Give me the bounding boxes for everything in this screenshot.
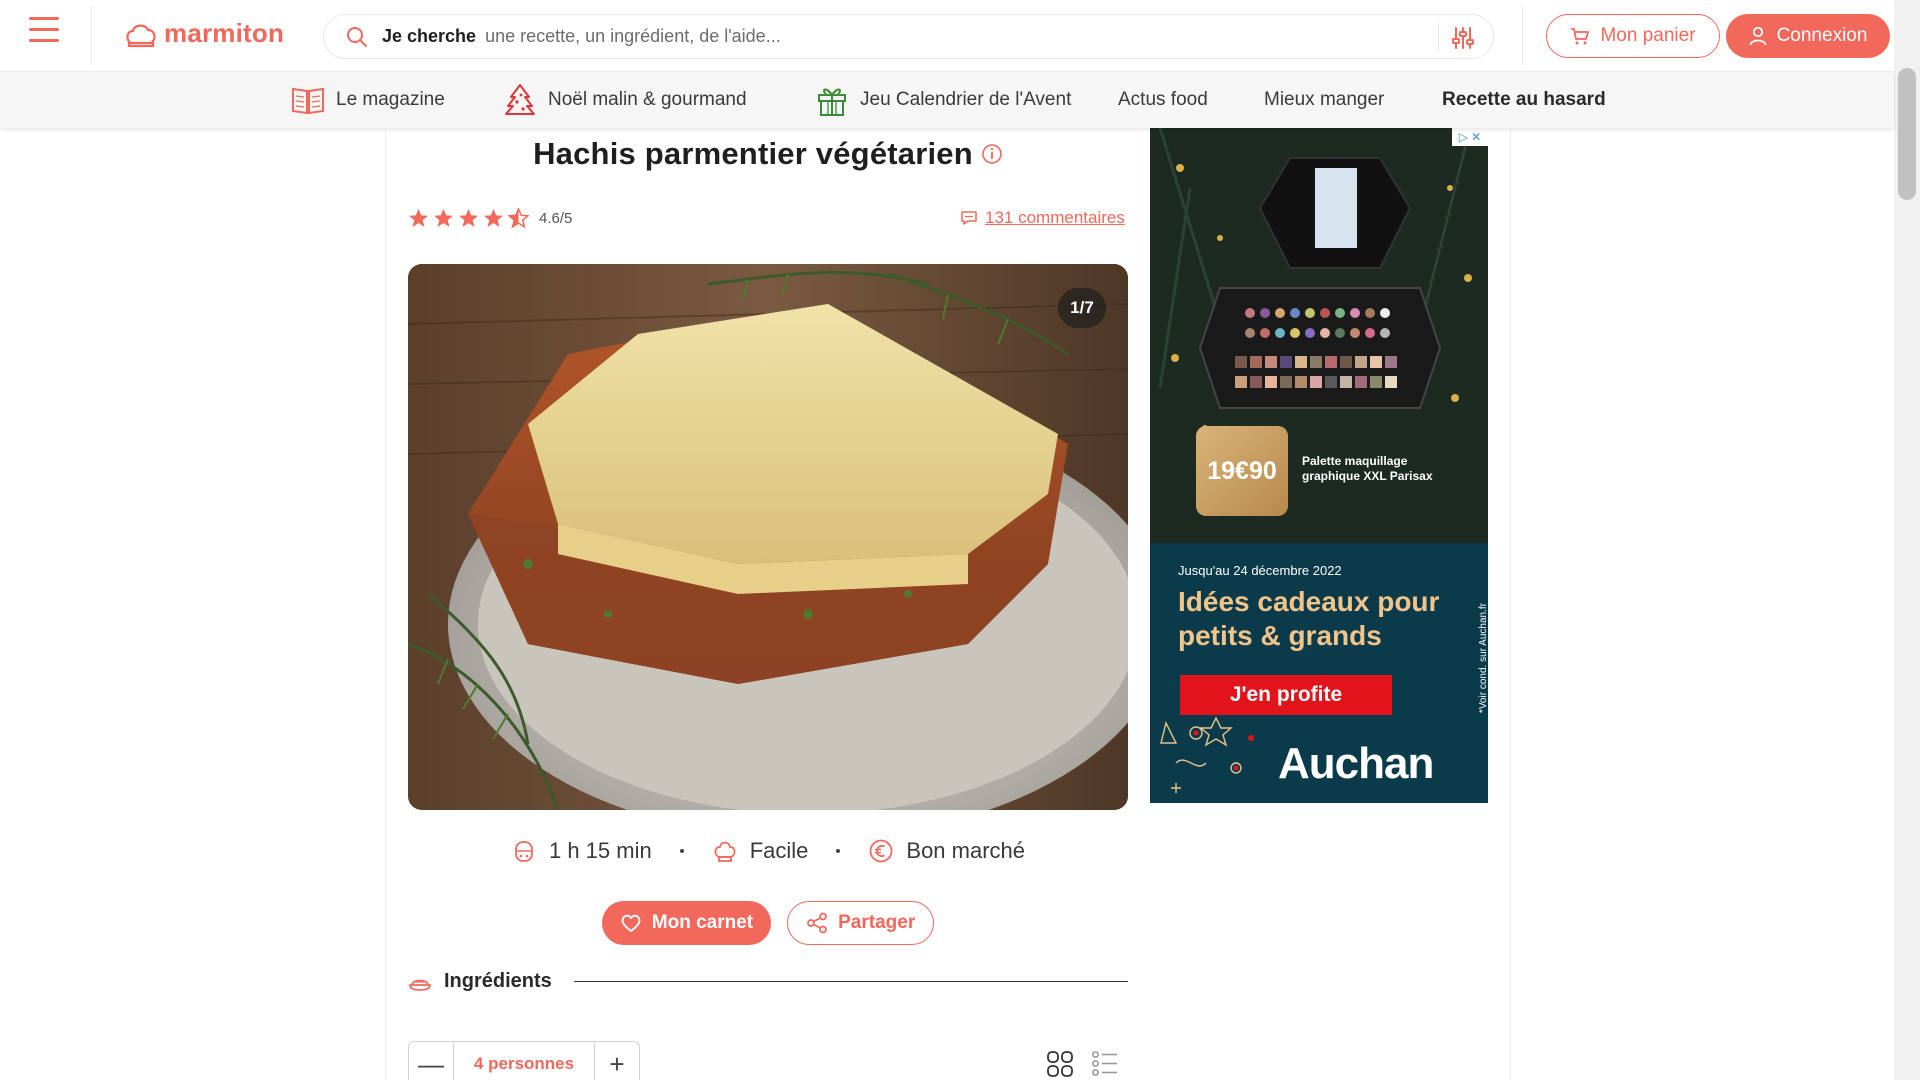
nav-item-label: Mieux manger [1264,89,1385,110]
meta-separator [679,849,684,853]
dish-icon [409,979,431,991]
star-full-icon [409,209,428,227]
advertisement[interactable]: ▷ ✕ 19€90 Palette maquillage graphique X… [1150,128,1488,803]
star-half-icon [508,208,529,229]
scrollbar-thumb[interactable] [1898,68,1916,200]
gift-icon [818,88,846,116]
ad-product-name: Palette maquillage graphique XXL Parisax [1302,454,1433,483]
info-icon[interactable] [981,143,1003,165]
chef-hat-icon [714,841,736,862]
meta-separator [836,849,841,853]
share-button[interactable]: Partager [787,901,935,945]
site-header: marmiton Je cherche Mon panier [0,0,1894,72]
search-bar[interactable]: Je cherche [323,14,1494,59]
increase-servings-button[interactable]: + [594,1042,639,1080]
nav-item-actus-food[interactable]: Actus food [1118,72,1208,128]
login-label: Connexion [1776,25,1868,46]
filter-sliders-icon[interactable] [1451,26,1475,50]
nav-item-noel[interactable]: Noël malin & gourmand [502,72,747,128]
save-label: Mon carnet [651,912,754,933]
comments-link[interactable]: 131 commentaires [960,208,1125,228]
search-divider [1438,23,1439,51]
search-icon [347,26,367,47]
ad-promo-panel: Jusqu'au 24 décembre 2022 Idées cadeaux … [1150,543,1488,803]
star-full-icon [459,209,478,227]
grid-view-icon[interactable] [1046,1050,1074,1078]
nav-item-calendrier[interactable]: Jeu Calendrier de l'Avent [814,72,1071,128]
star-full-icon [434,209,453,227]
star-full-icon [484,209,503,227]
recipe-photo[interactable]: 1/7 [408,264,1128,810]
servings-unit: personnes [488,1054,575,1073]
user-icon [1749,26,1766,46]
login-button[interactable]: Connexion [1726,14,1890,58]
share-icon [807,912,827,934]
ingredients-heading: Ingrédients [408,970,1128,993]
ad-price: 19€90 [1196,426,1288,516]
ad-date: Jusqu'au 24 décembre 2022 [1178,563,1342,578]
christmas-decoration-icon [1160,716,1254,793]
nav-item-label: Actus food [1118,89,1208,110]
timer-icon [515,841,533,862]
ingredients-title: Ingrédients [444,970,552,992]
recipe-rating: 4.6/5 [408,208,572,229]
servings-stepper[interactable]: — 4 personnes + [408,1041,640,1080]
image-counter: 1/7 [1058,288,1106,328]
content-border-left [385,128,386,1080]
site-logo[interactable]: marmiton [124,18,284,49]
heart-icon [621,914,641,932]
category-nav: Le magazine Noël malin & gourmand Jeu Ca… [0,72,1894,128]
meta-difficulty-value: Facile [749,838,809,863]
recipe-title: Hachis parmentier végétarien [533,136,973,171]
ad-headline: Idées cadeaux pour petits & grands [1178,586,1440,651]
ad-legal-text: *Voir cond. sur Auchan.fr [1478,603,1488,714]
nav-item-label: Le magazine [336,89,445,110]
servings-number: 4 [473,1054,484,1073]
decrease-servings-button[interactable]: — [409,1042,454,1080]
page-scrollbar[interactable] [1894,0,1920,1080]
recipe-actions: Mon carnet Partager [408,901,1128,945]
meta-cost: Bon marché [868,838,1025,864]
header-divider [91,6,92,66]
content-border-right [1510,128,1511,1080]
ad-cta-button[interactable]: J'en profite [1180,675,1392,715]
nav-item-recette-hasard[interactable]: Recette au hasard [1442,72,1606,128]
menu-icon[interactable] [29,17,59,45]
rating-value: 4.6/5 [539,210,573,227]
nav-item-mieux-manger[interactable]: Mieux manger [1264,72,1384,128]
comment-bubble-icon [961,211,977,225]
euro-coin-icon [869,839,893,863]
hachis-parmentier-photo [408,264,1128,810]
header-divider-right [1522,6,1523,66]
cart-button[interactable]: Mon panier [1546,14,1720,58]
nav-item-magazine[interactable]: Le magazine [290,72,445,128]
recipe-title-row: Hachis parmentier végétarien [408,136,1128,172]
recipe-meta: 1 h 15 min Facile Bon marché [408,838,1128,864]
nav-item-label: Recette au hasard [1442,89,1606,110]
logo-text: marmiton [164,18,285,48]
ad-product-panel: ▷ ✕ 19€90 Palette maquillage graphique X… [1150,128,1488,543]
ingredients-divider [573,980,1128,983]
adchoices-icon[interactable]: ▷ ✕ [1452,128,1488,146]
nav-item-label: Noël malin & gourmand [548,89,747,110]
meta-time: 1 h 15 min [511,838,652,864]
list-view-icon[interactable] [1092,1050,1118,1078]
save-to-carnet-button[interactable]: Mon carnet [601,901,772,945]
meta-cost-value: Bon marché [906,838,1026,863]
search-input[interactable] [485,26,1386,47]
book-icon [292,87,324,115]
search-lead-label: Je cherche [382,26,477,46]
share-label: Partager [838,912,916,933]
meta-difficulty: Facile [712,838,809,864]
cart-label: Mon panier [1600,25,1696,46]
chef-hat-logo-icon [126,24,156,47]
servings-count: 4 personnes [454,1054,594,1074]
comments-count: 131 commentaires [985,208,1125,227]
christmas-tree-icon [505,84,535,115]
nav-item-label: Jeu Calendrier de l'Avent [860,89,1072,110]
cart-icon [1571,28,1590,45]
meta-time-value: 1 h 15 min [548,838,652,863]
ad-brand-logo: Auchan [1278,739,1434,788]
